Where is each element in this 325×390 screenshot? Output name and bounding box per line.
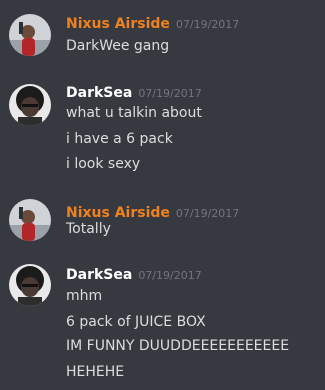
username[interactable]: DarkSea xyxy=(66,85,132,101)
message-group: DarkSea 07/19/2017 what u talkin about i … xyxy=(0,79,325,179)
message-header: DarkSea 07/19/2017 xyxy=(66,82,202,101)
timestamp: 07/19/2017 xyxy=(175,18,240,31)
message-text: HEHEHE xyxy=(66,364,125,380)
timestamp: 07/19/2017 xyxy=(138,87,202,100)
message-header: DarkSea 07/19/2017 xyxy=(66,264,202,283)
timestamp: 07/19/2017 xyxy=(175,207,240,220)
message-text: i have a 6 pack xyxy=(66,131,173,147)
avatar-character-icon[interactable] xyxy=(9,264,51,306)
avatar-person-icon[interactable] xyxy=(9,199,51,241)
message-text: i look sexy xyxy=(66,156,141,172)
message-text: mhm xyxy=(66,288,103,304)
message-text: 6 pack of JUICE BOX xyxy=(66,314,206,330)
message-group: Nixus Airside 07/19/2017 Totally xyxy=(0,199,325,249)
timestamp: 07/19/2017 xyxy=(138,269,202,282)
message-header: Nixus Airside 07/19/2017 xyxy=(66,202,239,221)
username[interactable]: Nixus Airside xyxy=(66,205,170,221)
username[interactable]: DarkSea xyxy=(66,267,132,283)
message-text: DarkWee gang xyxy=(66,38,170,54)
message-header: Nixus Airside 07/19/2017 xyxy=(66,13,239,32)
username[interactable]: Nixus Airside xyxy=(66,16,170,32)
message-text: what u talkin about xyxy=(66,105,202,121)
message-text: Totally xyxy=(66,221,111,237)
message-group: DarkSea 07/19/2017 mhm 6 pack of JUICE BO… xyxy=(0,264,325,384)
avatar-character-icon[interactable] xyxy=(9,84,51,126)
message-text: IM FUNNY DUUDDEEEEEEEEEEE xyxy=(66,338,290,354)
message-group: Nixus Airside 07/19/2017 DarkWee gang xyxy=(0,10,325,65)
avatar-person-icon[interactable] xyxy=(9,14,51,56)
